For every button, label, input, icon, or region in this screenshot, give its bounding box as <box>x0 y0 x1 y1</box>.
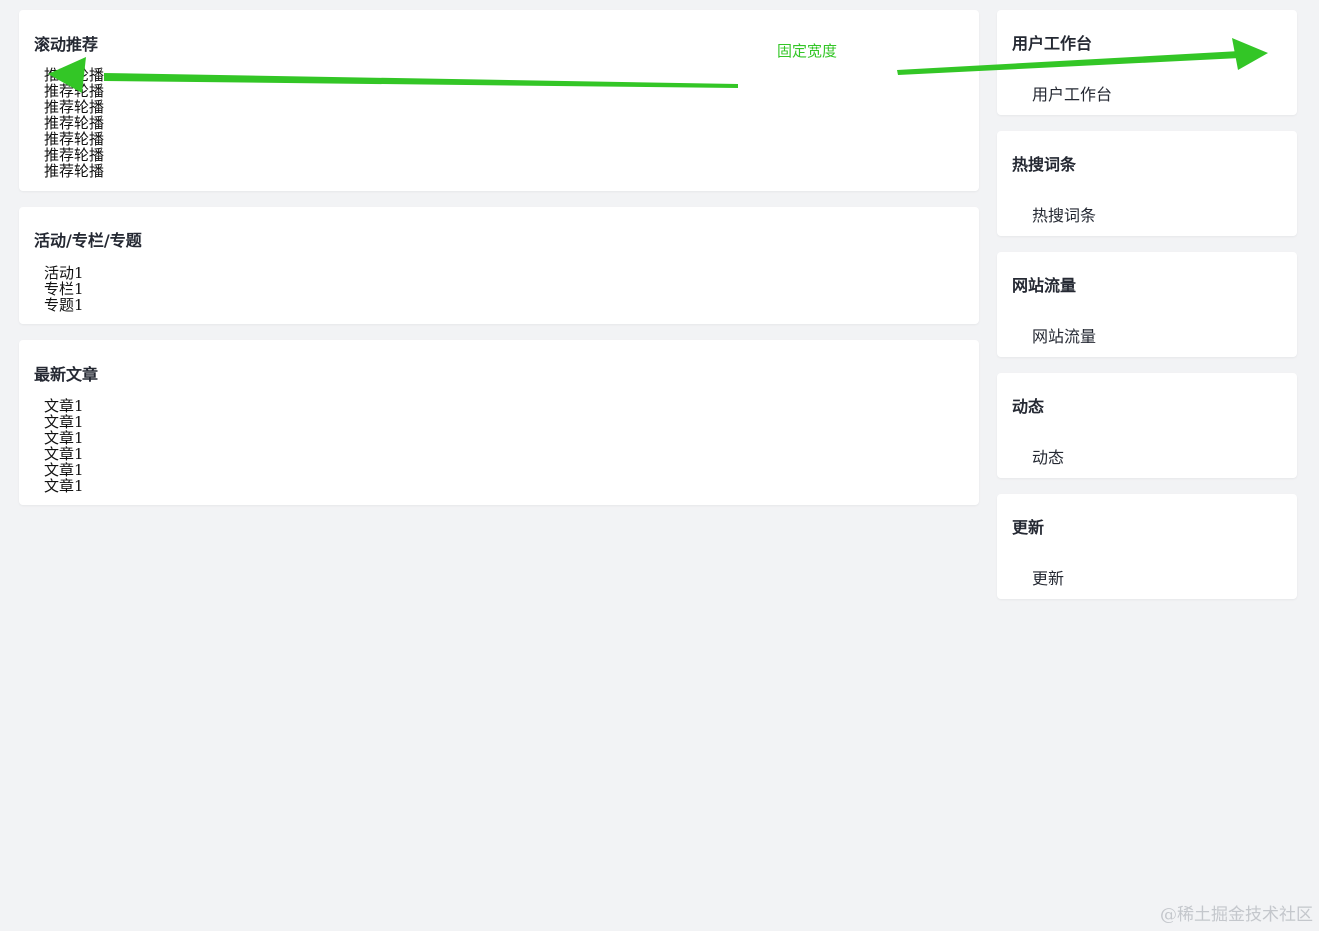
sidebar-card-hot-search: 热搜词条 热搜词条 <box>997 131 1297 236</box>
sidebar-card-content[interactable]: 动态 <box>1032 444 1064 468</box>
sidebar-card-content[interactable]: 更新 <box>1032 565 1064 589</box>
list-item[interactable]: 专题1 <box>44 297 84 313</box>
sidebar-card-traffic: 网站流量 网站流量 <box>997 252 1297 357</box>
list-item[interactable]: 推荐轮播 <box>44 163 104 179</box>
sidebar-card-title: 用户工作台 <box>1012 34 1093 53</box>
list-item[interactable]: 推荐轮播 <box>44 83 104 99</box>
list-item[interactable]: 推荐轮播 <box>44 99 104 115</box>
sidebar-card-updates: 更新 更新 <box>997 494 1297 599</box>
list-item[interactable]: 推荐轮播 <box>44 67 104 83</box>
activity-list: 活动1 专栏1 专题1 <box>44 265 84 313</box>
activity-title: 活动/专栏/专题 <box>34 231 142 250</box>
sidebar-card-title: 动态 <box>1012 397 1045 416</box>
list-item[interactable]: 推荐轮播 <box>44 131 104 147</box>
sidebar-card-title: 热搜词条 <box>1012 155 1077 174</box>
latest-articles-card: 最新文章 文章1 文章1 文章1 文章1 文章1 文章1 <box>19 340 979 505</box>
sidebar-card-content[interactable]: 热搜词条 <box>1032 202 1096 226</box>
list-item[interactable]: 推荐轮播 <box>44 147 104 163</box>
sidebar-card-content[interactable]: 用户工作台 <box>1032 81 1112 105</box>
list-item[interactable]: 文章1 <box>44 398 84 414</box>
scroll-recommend-card: 滚动推荐 推荐轮播 推荐轮播 推荐轮播 推荐轮播 推荐轮播 推荐轮播 推荐轮播 <box>19 10 979 191</box>
sidebar-card-title: 网站流量 <box>1012 276 1077 295</box>
latest-articles-title: 最新文章 <box>34 365 99 384</box>
sidebar-card-title: 更新 <box>1012 518 1045 537</box>
list-item[interactable]: 文章1 <box>44 446 84 462</box>
list-item[interactable]: 推荐轮播 <box>44 115 104 131</box>
scroll-recommend-list: 推荐轮播 推荐轮播 推荐轮播 推荐轮播 推荐轮播 推荐轮播 推荐轮播 <box>44 67 104 179</box>
list-item[interactable]: 活动1 <box>44 265 84 281</box>
sidebar-card-content[interactable]: 网站流量 <box>1032 323 1096 347</box>
sidebar-card-workbench: 用户工作台 用户工作台 <box>997 10 1297 115</box>
activity-card: 活动/专栏/专题 活动1 专栏1 专题1 <box>19 207 979 324</box>
watermark: @稀土掘金技术社区 <box>1160 905 1313 925</box>
sidebar-card-activity-feed: 动态 动态 <box>997 373 1297 478</box>
list-item[interactable]: 专栏1 <box>44 281 84 297</box>
list-item[interactable]: 文章1 <box>44 414 84 430</box>
list-item[interactable]: 文章1 <box>44 430 84 446</box>
fixed-width-annotation-label: 固定宽度 <box>777 42 838 60</box>
scroll-recommend-title: 滚动推荐 <box>34 35 99 54</box>
page: 滚动推荐 推荐轮播 推荐轮播 推荐轮播 推荐轮播 推荐轮播 推荐轮播 推荐轮播 … <box>0 0 1319 931</box>
list-item[interactable]: 文章1 <box>44 478 84 494</box>
list-item[interactable]: 文章1 <box>44 462 84 478</box>
latest-articles-list: 文章1 文章1 文章1 文章1 文章1 文章1 <box>44 398 84 494</box>
